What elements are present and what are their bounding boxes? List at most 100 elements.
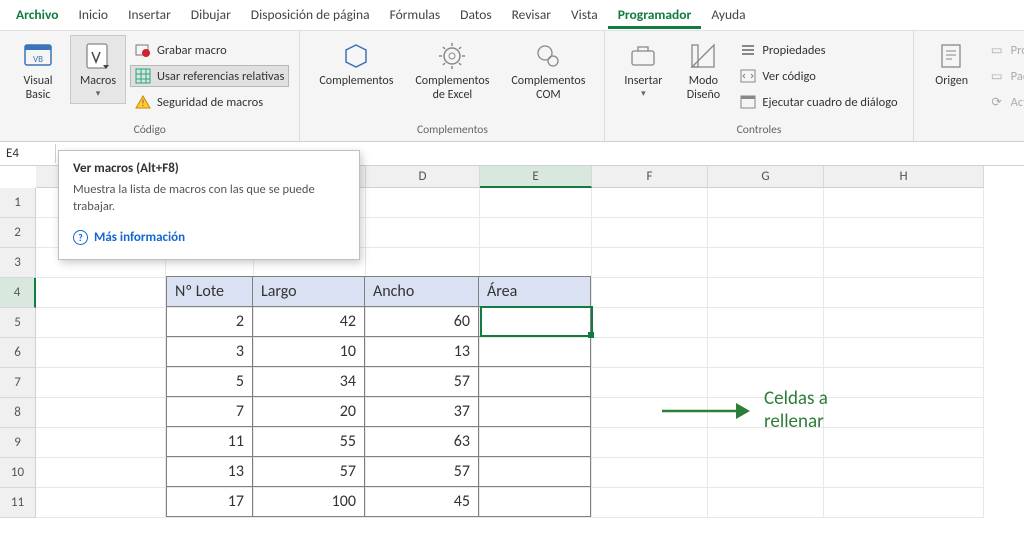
row-header-2[interactable]: 2 [0,218,36,248]
cell-G5[interactable] [708,308,824,338]
cell-E1[interactable] [480,188,592,218]
cell-H10[interactable] [824,458,984,488]
table-cell[interactable]: 57 [253,457,365,487]
seguridad-macros-button[interactable]: ! Seguridad de macros [130,91,289,113]
cell-F5[interactable] [592,308,708,338]
grabar-macro-button[interactable]: Grabar macro [130,39,289,61]
cell-H9[interactable] [824,428,984,458]
row-header-6[interactable]: 6 [0,338,36,368]
cell-H2[interactable] [824,218,984,248]
cell-A11[interactable] [36,488,166,518]
ver-codigo-button[interactable]: Ver código [735,65,902,87]
table-cell[interactable]: 2 [167,307,253,337]
menu-revisar[interactable]: Revisar [502,2,561,29]
table-cell[interactable] [479,457,591,487]
name-box[interactable]: E4 [0,144,56,163]
cell-A10[interactable] [36,458,166,488]
cell-G2[interactable] [708,218,824,248]
ejecutar-dialogo-button[interactable]: Ejecutar cuadro de diálogo [735,91,902,113]
propiedades-button[interactable]: Propiedades [735,39,902,61]
usar-referencias-button[interactable]: Usar referencias relativas [130,65,289,87]
table-cell[interactable]: 63 [365,427,479,457]
cell-H3[interactable] [824,248,984,278]
row-header-1[interactable]: 1 [0,188,36,218]
cell-F3[interactable] [592,248,708,278]
cell-F1[interactable] [592,188,708,218]
col-header-H[interactable]: H [824,166,984,188]
table-cell[interactable]: 11 [167,427,253,457]
table-cell[interactable]: 13 [365,337,479,367]
row-header-4[interactable]: 4 [0,278,36,308]
menu-vista[interactable]: Vista [561,2,608,29]
cell-G10[interactable] [708,458,824,488]
table-cell[interactable]: 42 [253,307,365,337]
row-header-9[interactable]: 9 [0,428,36,458]
cell-A7[interactable] [36,368,166,398]
cell-A9[interactable] [36,428,166,458]
menu-insertar[interactable]: Insertar [118,2,181,29]
macros-button[interactable]: Macros ▾ [70,35,126,104]
cell-A5[interactable] [36,308,166,338]
cell-F2[interactable] [592,218,708,248]
cell-E3[interactable] [480,248,592,278]
table-cell[interactable]: 17 [167,487,253,517]
menu-disposición-de-página[interactable]: Disposición de página [241,2,380,29]
cell-H8[interactable] [824,398,984,428]
menu-archivo[interactable]: Archivo [6,2,69,29]
menu-dibujar[interactable]: Dibujar [181,2,241,29]
menu-inicio[interactable]: Inicio [69,2,119,29]
col-header-D[interactable]: D [366,166,480,188]
cell-A6[interactable] [36,338,166,368]
row-header-10[interactable]: 10 [0,458,36,488]
cell-H5[interactable] [824,308,984,338]
table-cell[interactable] [479,367,591,397]
table-cell[interactable] [479,307,591,337]
cell-H1[interactable] [824,188,984,218]
cell-G6[interactable] [708,338,824,368]
cell-H11[interactable] [824,488,984,518]
table-cell[interactable]: 37 [365,397,479,427]
cell-G11[interactable] [708,488,824,518]
cell-H7[interactable] [824,368,984,398]
table-cell[interactable] [479,337,591,367]
cell-D2[interactable] [366,218,480,248]
table-cell[interactable] [479,397,591,427]
col-header-F[interactable]: F [592,166,708,188]
menu-ayuda[interactable]: Ayuda [701,2,755,29]
row-header-8[interactable]: 8 [0,398,36,428]
row-header-3[interactable]: 3 [0,248,36,278]
menu-programador[interactable]: Programador [608,2,702,29]
modo-diseno-button[interactable]: Modo Diseño [675,35,731,107]
visual-basic-button[interactable]: VB Visual Basic [10,35,66,107]
cell-G4[interactable] [708,278,824,308]
menu-fórmulas[interactable]: Fórmulas [380,2,451,29]
table-cell[interactable]: 100 [253,487,365,517]
complementos-button[interactable]: Complementos [310,35,402,93]
table-cell[interactable]: 20 [253,397,365,427]
table-cell[interactable]: 57 [365,457,479,487]
table-cell[interactable]: 60 [365,307,479,337]
row-header-11[interactable]: 11 [0,488,36,518]
origen-button[interactable]: Origen [924,35,980,93]
cell-F6[interactable] [592,338,708,368]
cell-A4[interactable] [36,278,166,308]
table-cell[interactable]: 34 [253,367,365,397]
table-cell[interactable]: 45 [365,487,479,517]
complementos-excel-button[interactable]: Complementos de Excel [406,35,498,107]
cell-F11[interactable] [592,488,708,518]
table-cell[interactable]: 55 [253,427,365,457]
cell-F4[interactable] [592,278,708,308]
row-header-7[interactable]: 7 [0,368,36,398]
cell-E2[interactable] [480,218,592,248]
table-cell[interactable]: 13 [167,457,253,487]
table-cell[interactable]: 7 [167,397,253,427]
cell-F10[interactable] [592,458,708,488]
cell-D1[interactable] [366,188,480,218]
col-header-G[interactable]: G [708,166,824,188]
cell-H4[interactable] [824,278,984,308]
menu-datos[interactable]: Datos [450,2,501,29]
cell-G3[interactable] [708,248,824,278]
table-cell[interactable] [479,487,591,517]
insertar-control-button[interactable]: Insertar ▾ [615,35,671,104]
col-header-E[interactable]: E [480,166,592,188]
